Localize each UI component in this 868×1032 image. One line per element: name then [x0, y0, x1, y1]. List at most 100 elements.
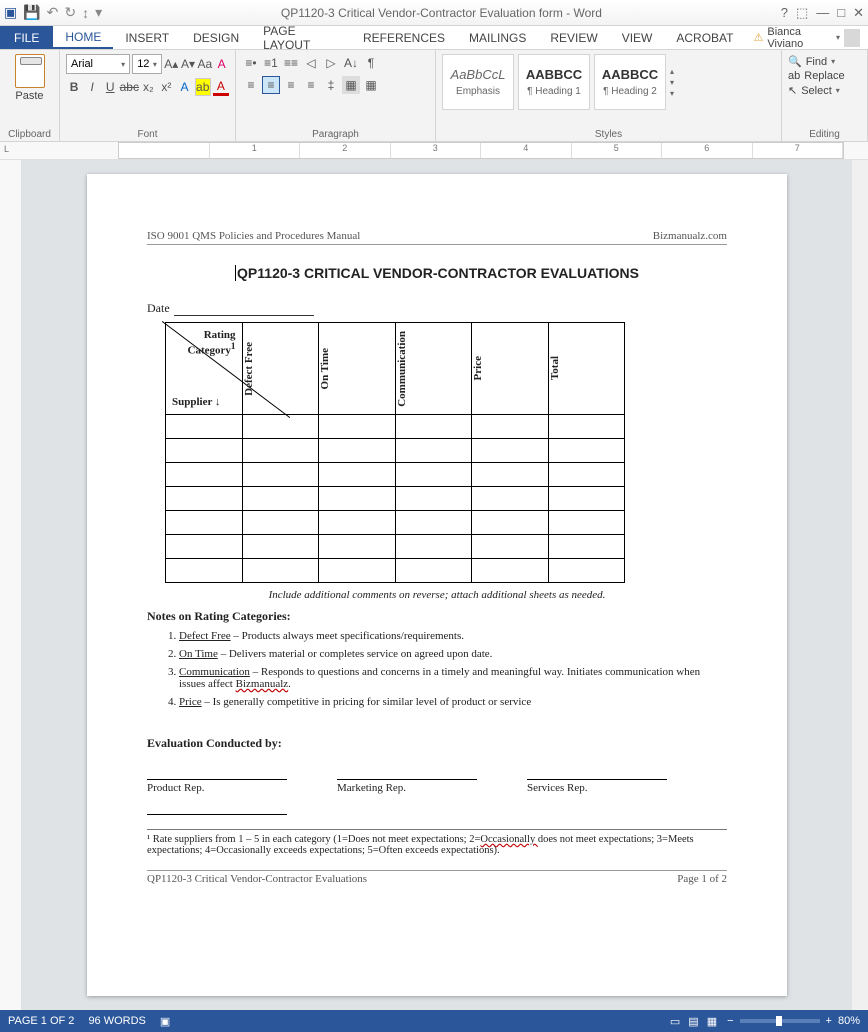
line-spacing-icon[interactable]: ‡ — [322, 76, 340, 94]
page-footer: QP1120-3 Critical Vendor-Contractor Eval… — [147, 870, 727, 885]
align-right-icon[interactable]: ≡ — [282, 76, 300, 94]
help-icon[interactable]: ? — [781, 5, 788, 20]
find-icon: 🔍 — [788, 55, 802, 68]
redo-icon[interactable]: ↻ — [64, 4, 76, 21]
select-icon: ↖ — [788, 84, 797, 97]
document-page[interactable]: ISO 9001 QMS Policies and Procedures Man… — [87, 174, 787, 996]
replace-button[interactable]: abReplace — [788, 69, 861, 83]
page-indicator[interactable]: PAGE 1 OF 2 — [8, 1015, 74, 1027]
zoom-in-icon[interactable]: + — [826, 1015, 832, 1027]
shading-icon[interactable]: ▦ — [342, 76, 360, 94]
editing-group: 🔍Find▾ abReplace ↖Select▾ Editing — [782, 50, 868, 141]
design-tab[interactable]: DESIGN — [181, 26, 251, 49]
customize-qat-icon[interactable]: ▾ — [95, 4, 102, 21]
style-heading2[interactable]: AABBCC ¶ Heading 2 — [594, 54, 666, 110]
styles-group: AaBbCcL Emphasis AABBCC ¶ Heading 1 AABB… — [436, 50, 782, 141]
evaluation-by-heading: Evaluation Conducted by: — [147, 736, 727, 751]
table-caption: Include additional comments on reverse; … — [147, 589, 727, 601]
acrobat-tab[interactable]: ACROBAT — [664, 26, 745, 49]
doc-title: QP1120-3 CRITICAL VENDOR-CONTRACTOR EVAL… — [147, 265, 727, 281]
multilevel-list-icon[interactable]: ≡≡ — [282, 54, 300, 72]
italic-button[interactable]: I — [84, 78, 100, 96]
status-bar: PAGE 1 OF 2 96 WORDS ▣ ▭ ▤ ▦ − + 80% — [0, 1010, 868, 1032]
subscript-button[interactable]: x₂ — [140, 78, 156, 96]
window-controls: ? ⬚ — □ ✕ — [781, 5, 864, 21]
zoom-slider[interactable] — [740, 1019, 820, 1023]
header-right: Bizmanualz.com — [653, 230, 727, 242]
style-heading1[interactable]: AABBCC ¶ Heading 1 — [518, 54, 590, 110]
notes-list: Defect Free – Products always meet speci… — [179, 630, 727, 708]
file-tab[interactable]: FILE — [0, 26, 53, 49]
col-defect-free: Defect Free — [242, 323, 319, 415]
page-layout-tab[interactable]: PAGE LAYOUT — [251, 26, 351, 49]
styles-scroll-up-icon[interactable]: ▴ — [670, 67, 684, 76]
clipboard-group-label: Clipboard — [0, 129, 59, 140]
maximize-icon[interactable]: □ — [837, 5, 845, 20]
view-tab[interactable]: VIEW — [610, 26, 665, 49]
document-canvas[interactable]: ISO 9001 QMS Policies and Procedures Man… — [22, 160, 852, 1010]
bold-button[interactable]: B — [66, 78, 82, 96]
superscript-button[interactable]: x² — [158, 78, 174, 96]
undo-icon[interactable]: ↶ — [47, 4, 59, 21]
font-group-label: Font — [60, 129, 235, 140]
insert-tab[interactable]: INSERT — [113, 26, 181, 49]
select-button[interactable]: ↖Select▾ — [788, 83, 861, 98]
zoom-out-icon[interactable]: − — [727, 1015, 733, 1027]
font-group: Arial▾ 12▾ A▴ A▾ Aa A B I U abc x₂ x² A … — [60, 50, 236, 141]
strikethrough-button[interactable]: abc — [120, 78, 138, 96]
zoom-level[interactable]: 80% — [838, 1015, 860, 1027]
align-left-icon[interactable]: ≡ — [242, 76, 260, 94]
style-preview: AABBCC — [526, 67, 582, 82]
word-count[interactable]: 96 WORDS — [88, 1015, 145, 1027]
account-user[interactable]: ⚠ Bianca Viviano ▾ — [746, 26, 868, 49]
change-case-icon[interactable]: Aa — [197, 55, 212, 73]
grow-font-icon[interactable]: A▴ — [164, 55, 179, 73]
list-item: On Time – Delivers material or completes… — [179, 648, 727, 660]
shrink-font-icon[interactable]: A▾ — [181, 55, 196, 73]
read-mode-icon[interactable]: ▭ — [670, 1015, 680, 1028]
highlight-icon[interactable]: ab — [195, 78, 211, 96]
show-marks-icon[interactable]: ¶ — [362, 54, 380, 72]
font-name-combo[interactable]: Arial▾ — [66, 54, 130, 74]
editing-group-label: Editing — [782, 129, 867, 140]
decrease-indent-icon[interactable]: ◁ — [302, 54, 320, 72]
paste-button[interactable]: Paste — [10, 54, 50, 102]
sort-icon[interactable]: A↓ — [342, 54, 360, 72]
review-tab[interactable]: REVIEW — [538, 26, 609, 49]
align-center-icon[interactable]: ≡ — [262, 76, 280, 94]
save-icon[interactable]: 💾 — [23, 4, 40, 21]
web-layout-icon[interactable]: ▦ — [707, 1015, 717, 1028]
minimize-icon[interactable]: — — [816, 5, 829, 20]
extra-signature-line — [147, 814, 287, 815]
home-tab[interactable]: HOME — [53, 26, 113, 49]
proofing-icon[interactable]: ▣ — [160, 1015, 170, 1028]
text-effects-icon[interactable]: A — [176, 78, 192, 96]
font-color-icon[interactable]: A — [213, 78, 229, 96]
notes-heading: Notes on Rating Categories: — [147, 609, 727, 624]
clear-formatting-icon[interactable]: A — [214, 55, 229, 73]
numbering-icon[interactable]: ≡1 — [262, 54, 280, 72]
borders-icon[interactable]: ▦ — [362, 76, 380, 94]
style-emphasis[interactable]: AaBbCcL Emphasis — [442, 54, 514, 110]
font-size-combo[interactable]: 12▾ — [132, 54, 162, 74]
table-row — [166, 559, 625, 583]
ribbon-display-icon[interactable]: ⬚ — [796, 5, 808, 21]
style-preview: AaBbCcL — [451, 67, 506, 82]
find-button[interactable]: 🔍Find▾ — [788, 54, 861, 69]
style-name: ¶ Heading 1 — [527, 86, 581, 97]
ruler-tab-well[interactable]: L — [4, 144, 9, 154]
horizontal-ruler[interactable]: L 1234567 — [0, 142, 868, 160]
mailings-tab[interactable]: MAILINGS — [457, 26, 538, 49]
close-icon[interactable]: ✕ — [853, 5, 864, 21]
justify-icon[interactable]: ≡ — [302, 76, 320, 94]
vertical-scrollbar[interactable] — [852, 160, 868, 1010]
vertical-ruler[interactable] — [0, 160, 22, 1010]
references-tab[interactable]: REFERENCES — [351, 26, 457, 49]
underline-button[interactable]: U — [102, 78, 118, 96]
bullets-icon[interactable]: ≡• — [242, 54, 260, 72]
styles-more-icon[interactable]: ▾ — [670, 89, 684, 98]
print-layout-icon[interactable]: ▤ — [688, 1015, 698, 1028]
increase-indent-icon[interactable]: ▷ — [322, 54, 340, 72]
styles-scroll-down-icon[interactable]: ▾ — [670, 78, 684, 87]
touch-mode-icon[interactable]: ↕ — [82, 5, 89, 21]
